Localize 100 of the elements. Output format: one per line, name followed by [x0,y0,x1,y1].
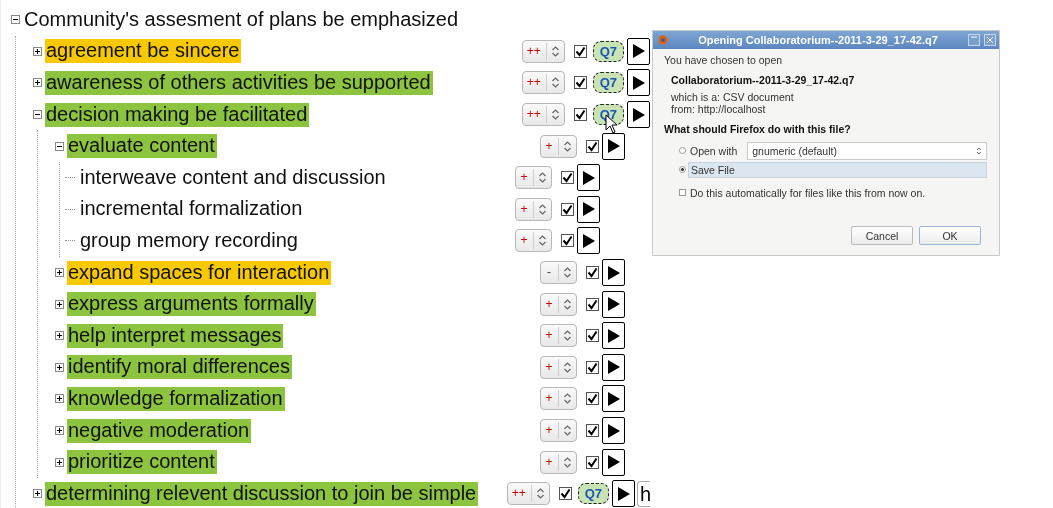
play-button[interactable] [577,164,600,192]
rating-spinner[interactable]: + [540,324,577,348]
rating-spinner[interactable]: ++ [521,103,565,127]
radio-button[interactable] [679,147,686,154]
play-icon[interactable] [606,359,621,376]
rating-spinner[interactable]: - [540,261,577,285]
checkbox[interactable] [586,329,599,343]
expand-icon[interactable] [55,268,64,278]
tag-badge[interactable]: Q7 [577,483,609,505]
node-label: negative moderation [67,418,252,443]
play-button[interactable] [602,259,625,287]
play-icon[interactable] [631,75,646,91]
play-icon[interactable] [606,138,621,155]
dialog-button[interactable]: OK [919,226,981,245]
checkbox[interactable] [561,234,574,248]
rating-spinner[interactable]: + [540,419,577,442]
file-name: Collaboratorium--2011-3-29_17-42.q7 [671,74,856,86]
rating-spinner[interactable]: + [540,292,577,316]
play-button[interactable] [577,195,600,223]
play-button[interactable] [602,353,625,381]
expand-icon[interactable] [55,331,64,341]
expand-icon[interactable] [55,426,64,435]
rating-spinner[interactable]: + [540,355,577,379]
expand-icon[interactable] [55,362,64,372]
expand-icon[interactable] [33,489,42,499]
play-icon[interactable] [606,422,621,439]
rating-spinner[interactable]: ++ [521,39,565,63]
play-button[interactable] [602,290,625,318]
tag-badge[interactable]: Q7 [592,40,624,62]
node-label: help interpret messages [67,323,284,348]
play-icon[interactable] [631,43,646,60]
file-source-text: from: http://localhost [671,103,767,115]
play-button[interactable] [627,69,650,97]
node-label: determining relevent discussion to join be simple [45,481,479,506]
file-type-text: which is a: CSV document [671,91,795,103]
app-dropdown[interactable]: gnumeric (default) [747,141,987,160]
close-icon[interactable] [984,34,996,46]
expand-icon[interactable] [55,457,64,467]
checkbox[interactable] [561,171,574,185]
checkbox[interactable] [586,360,599,374]
rating-spinner[interactable]: + [540,450,577,474]
checkbox[interactable] [586,266,599,280]
checkbox[interactable] [586,424,599,437]
expand-icon[interactable] [33,46,42,56]
play-button[interactable] [602,448,625,476]
expand-icon[interactable] [55,394,64,404]
tag-badge[interactable]: Q7 [592,72,624,94]
rating-spinner[interactable]: + [540,134,577,158]
collapse-icon[interactable] [33,110,42,120]
play-icon[interactable] [581,169,596,186]
dialog-button[interactable]: Cancel [851,226,913,245]
play-button[interactable] [602,132,625,160]
play-button[interactable] [602,417,625,444]
rating-spinner[interactable]: + [515,229,552,253]
rating-spinner[interactable]: ++ [521,71,565,95]
node-label: decision making be facilitated [45,102,310,127]
partial-button[interactable]: h [637,480,650,507]
checkbox[interactable] [561,202,574,216]
checkbox[interactable] [679,189,686,196]
checkbox-label[interactable]: Do this automatically for files like this from now on. [688,185,928,200]
node-label: prioritize content [67,450,217,475]
checkbox[interactable] [573,76,587,90]
collapse-icon[interactable] [55,141,64,151]
play-button[interactable] [602,385,625,413]
question-text: What should Firefox do with this file? [664,123,852,135]
play-button[interactable] [612,480,635,508]
checkbox[interactable] [586,139,599,153]
play-icon[interactable] [606,454,621,471]
checkbox[interactable] [573,44,587,58]
checkbox[interactable] [558,487,572,501]
play-button[interactable] [627,101,650,129]
rating-spinner[interactable]: ++ [506,482,550,506]
checkbox[interactable] [586,392,599,406]
collapse-icon[interactable] [11,15,20,25]
expand-icon[interactable] [55,299,64,309]
node-label: agreement be sincere [45,39,242,64]
play-icon[interactable] [581,201,596,218]
play-icon[interactable] [606,264,621,281]
rating-spinner[interactable]: + [515,197,552,221]
dropdown-arrow-icon[interactable] [976,146,982,155]
play-icon[interactable] [581,232,596,249]
option-label[interactable]: Open with [688,143,740,158]
checkbox[interactable] [573,108,587,122]
play-button[interactable] [627,37,650,65]
play-button[interactable] [577,227,600,255]
play-button[interactable] [602,322,625,350]
play-icon[interactable] [616,485,631,502]
play-icon[interactable] [606,327,621,344]
radio-button[interactable] [679,166,686,173]
checkbox[interactable] [586,455,599,469]
play-icon[interactable] [631,106,646,123]
rating-spinner[interactable]: + [515,166,552,190]
play-icon[interactable] [606,296,621,313]
expand-icon[interactable] [33,78,42,88]
node-label: Community's assesment of plans be emphasized [23,7,460,32]
rating-spinner[interactable]: + [540,387,577,411]
node-label: interweave content and discussion [79,165,387,190]
option-label[interactable]: Save File [688,161,987,178]
checkbox[interactable] [586,297,599,311]
play-icon[interactable] [606,390,621,407]
